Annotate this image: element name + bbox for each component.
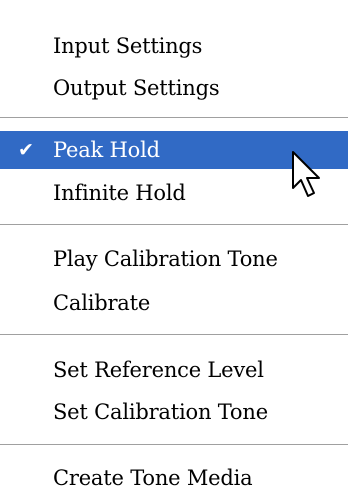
- menu-item-label: Set Reference Level: [53, 358, 264, 382]
- menu-item-calibrate[interactable]: Calibrate: [0, 284, 348, 322]
- menu-item-output-settings[interactable]: Output Settings: [0, 69, 348, 107]
- menu-item-label: Create Tone Media: [53, 466, 253, 490]
- context-menu: Input Settings Output Settings ✔ Peak Ho…: [0, 0, 348, 501]
- menu-separator: [0, 224, 348, 226]
- menu-item-label: Output Settings: [53, 76, 220, 100]
- menu-separator: [0, 334, 348, 336]
- menu-item-label: Calibrate: [53, 291, 151, 315]
- menu-separator: [0, 117, 348, 119]
- menu-item-label: Input Settings: [53, 34, 203, 58]
- arrow-pointer-icon: [292, 151, 320, 197]
- menu-item-label: Set Calibration Tone: [53, 400, 268, 424]
- menu-separator: [0, 444, 348, 446]
- menu-item-input-settings[interactable]: Input Settings: [0, 27, 348, 65]
- menu-item-play-calibration-tone[interactable]: Play Calibration Tone: [0, 240, 348, 278]
- menu-item-label: Infinite Hold: [53, 181, 186, 205]
- menu-item-set-calibration-tone[interactable]: Set Calibration Tone: [0, 393, 348, 431]
- menu-item-create-tone-media[interactable]: Create Tone Media: [0, 459, 348, 497]
- menu-item-set-reference-level[interactable]: Set Reference Level: [0, 351, 348, 389]
- menu-item-label: Play Calibration Tone: [53, 247, 278, 271]
- menu-item-label: Peak Hold: [53, 138, 160, 162]
- checkmark-icon: ✔: [18, 139, 34, 161]
